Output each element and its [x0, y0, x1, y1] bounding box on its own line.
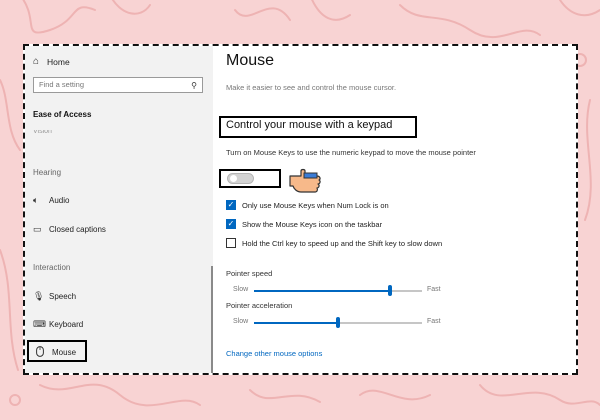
toggle-knob [230, 175, 237, 182]
sidebar-item-audio[interactable]: 🔈︎ Audio [33, 195, 69, 206]
sidebar-item-label: Mouse [52, 348, 77, 357]
pointer-acceleration-label: Pointer acceleration [226, 301, 293, 310]
pointing-hand-icon [289, 168, 321, 193]
sidebar-item-keyboard[interactable]: ⌨︎ Keyboard [33, 319, 83, 330]
slider-fill [254, 290, 391, 292]
slider-max-label: Fast [427, 286, 441, 293]
checkbox-ctrl-shift[interactable] [226, 238, 236, 248]
slider-min-label: Slow [233, 318, 249, 325]
page-description: Make it easier to see and control the mo… [226, 83, 397, 92]
captions-icon: ▭ [33, 224, 42, 234]
pointer-speed-label: Pointer speed [226, 269, 273, 278]
pointer-speed-slider[interactable] [254, 285, 422, 296]
slider-max-label: Fast [427, 318, 441, 325]
category-title: Ease of Access [33, 110, 92, 119]
home-label: Home [47, 56, 70, 67]
checkbox-numlock[interactable]: ✓ [226, 200, 236, 210]
checkbox-label: Hold the Ctrl key to speed up and the Sh… [242, 238, 443, 248]
settings-window: ⌂ Home Find a setting ⚲ Ease of Access V… [23, 44, 578, 375]
mouse-highlight-box: Mouse [27, 340, 87, 362]
sidebar-scrollbar[interactable] [211, 266, 213, 373]
sidebar: ⌂ Home Find a setting ⚲ Ease of Access V… [25, 46, 213, 373]
checkbox-label: Show the Mouse Keys icon on the taskbar [242, 219, 383, 229]
pointer-acceleration-slider[interactable] [254, 317, 422, 328]
section-interaction: Interaction [33, 263, 71, 272]
mouse-keys-toggle[interactable] [227, 173, 254, 184]
microphone-icon: 🎙︎ [33, 291, 45, 301]
search-icon: ⚲ [191, 81, 197, 90]
sidebar-item-closed-captions[interactable]: ▭ Closed captions [33, 224, 106, 235]
mouse-keys-toggle-label: Turn on Mouse Keys to use the numeric ke… [226, 148, 476, 157]
slider-thumb[interactable] [336, 317, 340, 328]
sidebar-item-mouse[interactable]: Mouse [36, 346, 76, 359]
slider-thumb[interactable] [388, 285, 393, 296]
mouse-icon [36, 346, 52, 359]
home-icon: ⌂ [33, 56, 40, 67]
checkbox-label: Only use Mouse Keys when Num Lock is on [242, 200, 389, 210]
sidebar-item-speech[interactable]: 🎙︎ Speech [33, 291, 76, 302]
search-input[interactable]: Find a setting ⚲ [33, 77, 203, 93]
page-title: Mouse [226, 52, 275, 69]
sidebar-item-label: Closed captions [49, 225, 106, 234]
sidebar-item-label: Audio [49, 196, 70, 205]
section-vision-partial: Vision [33, 130, 52, 135]
search-placeholder: Find a setting [39, 80, 85, 89]
sidebar-item-home[interactable]: ⌂ Home [33, 56, 70, 67]
section-heading: Control your mouse with a keypad [226, 119, 393, 131]
speaker-icon: 🔈︎ [33, 195, 39, 205]
checkbox-taskbar-icon[interactable]: ✓ [226, 219, 236, 229]
checkbox-row-ctrl-shift[interactable]: Hold the Ctrl key to speed up and the Sh… [226, 238, 442, 248]
section-hearing: Hearing [33, 168, 62, 177]
checkbox-row-taskbar-icon[interactable]: ✓ Show the Mouse Keys icon on the taskba… [226, 219, 382, 229]
checkbox-row-numlock[interactable]: ✓ Only use Mouse Keys when Num Lock is o… [226, 200, 389, 210]
slider-fill [254, 322, 338, 324]
slider-min-label: Slow [233, 286, 249, 293]
change-mouse-options-link[interactable]: Change other mouse options [226, 349, 322, 358]
sidebar-item-label: Speech [49, 292, 77, 301]
sidebar-item-label: Keyboard [49, 320, 84, 329]
keyboard-icon: ⌨︎ [33, 319, 46, 329]
